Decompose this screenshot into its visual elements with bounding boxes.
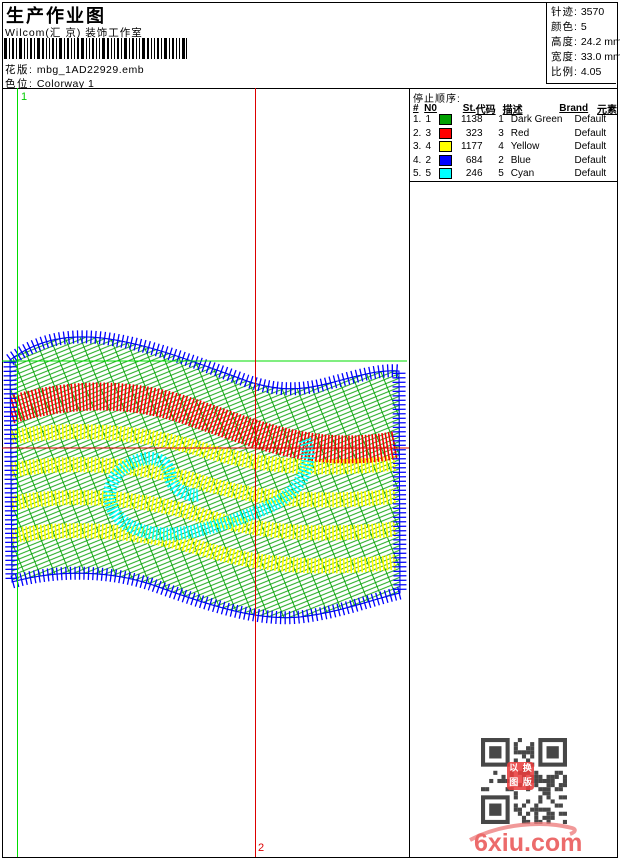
stop-sequence-table: 停止顺序: # N0 St. 代码 描述 Brand 元素 1.1 11381 … (410, 88, 617, 182)
color-swatch (439, 168, 452, 179)
color-row: 2.3 3233 RedDefault (410, 128, 617, 139)
pattern-label: 花版: (5, 64, 33, 76)
design-stats-box: 针迹: 3570 颜色: 5 高度: 24.2 mm 宽度: 33.0 mm 比… (546, 2, 616, 84)
watermark-text: 6xiu.com (474, 829, 582, 856)
worksheet-page: { "page": { "title": "生产作业图", "company":… (0, 0, 620, 860)
color-row: 3.4 11774 YellowDefault (410, 141, 617, 152)
stat-scale: 比例: 4.05 (551, 65, 616, 80)
color-row: 4.2 6842 BlueDefault (410, 155, 617, 166)
design-preview: 1 2 (2, 88, 409, 857)
color-swatch (439, 128, 452, 139)
site-watermark: 6xiu.com (464, 818, 584, 856)
color-row: 5.5 2465 CyanDefault (410, 168, 617, 179)
stat-stitches: 针迹: 3570 (551, 5, 616, 20)
color-swatch (439, 141, 452, 152)
pattern-value: mbg_1AD22929.emb (37, 64, 144, 76)
color-swatch (439, 114, 452, 125)
stat-colors: 颜色: 5 (551, 20, 616, 35)
color-swatch (439, 155, 452, 166)
start-marker-label: 1 (21, 91, 27, 103)
stat-width: 宽度: 33.0 mm (551, 50, 616, 65)
end-marker-label: 2 (258, 842, 264, 854)
panel-divider-line (409, 88, 410, 857)
flag-lattice-fill (10, 337, 400, 618)
red-seal: 以 换 图 版 (507, 762, 534, 790)
color-row: 1.1 11381 Dark GreenDefault (410, 114, 617, 125)
pattern-row: 花版: mbg_1AD22929.emb (5, 62, 144, 77)
barcode (4, 38, 188, 59)
stat-height: 高度: 24.2 mm (551, 35, 616, 50)
